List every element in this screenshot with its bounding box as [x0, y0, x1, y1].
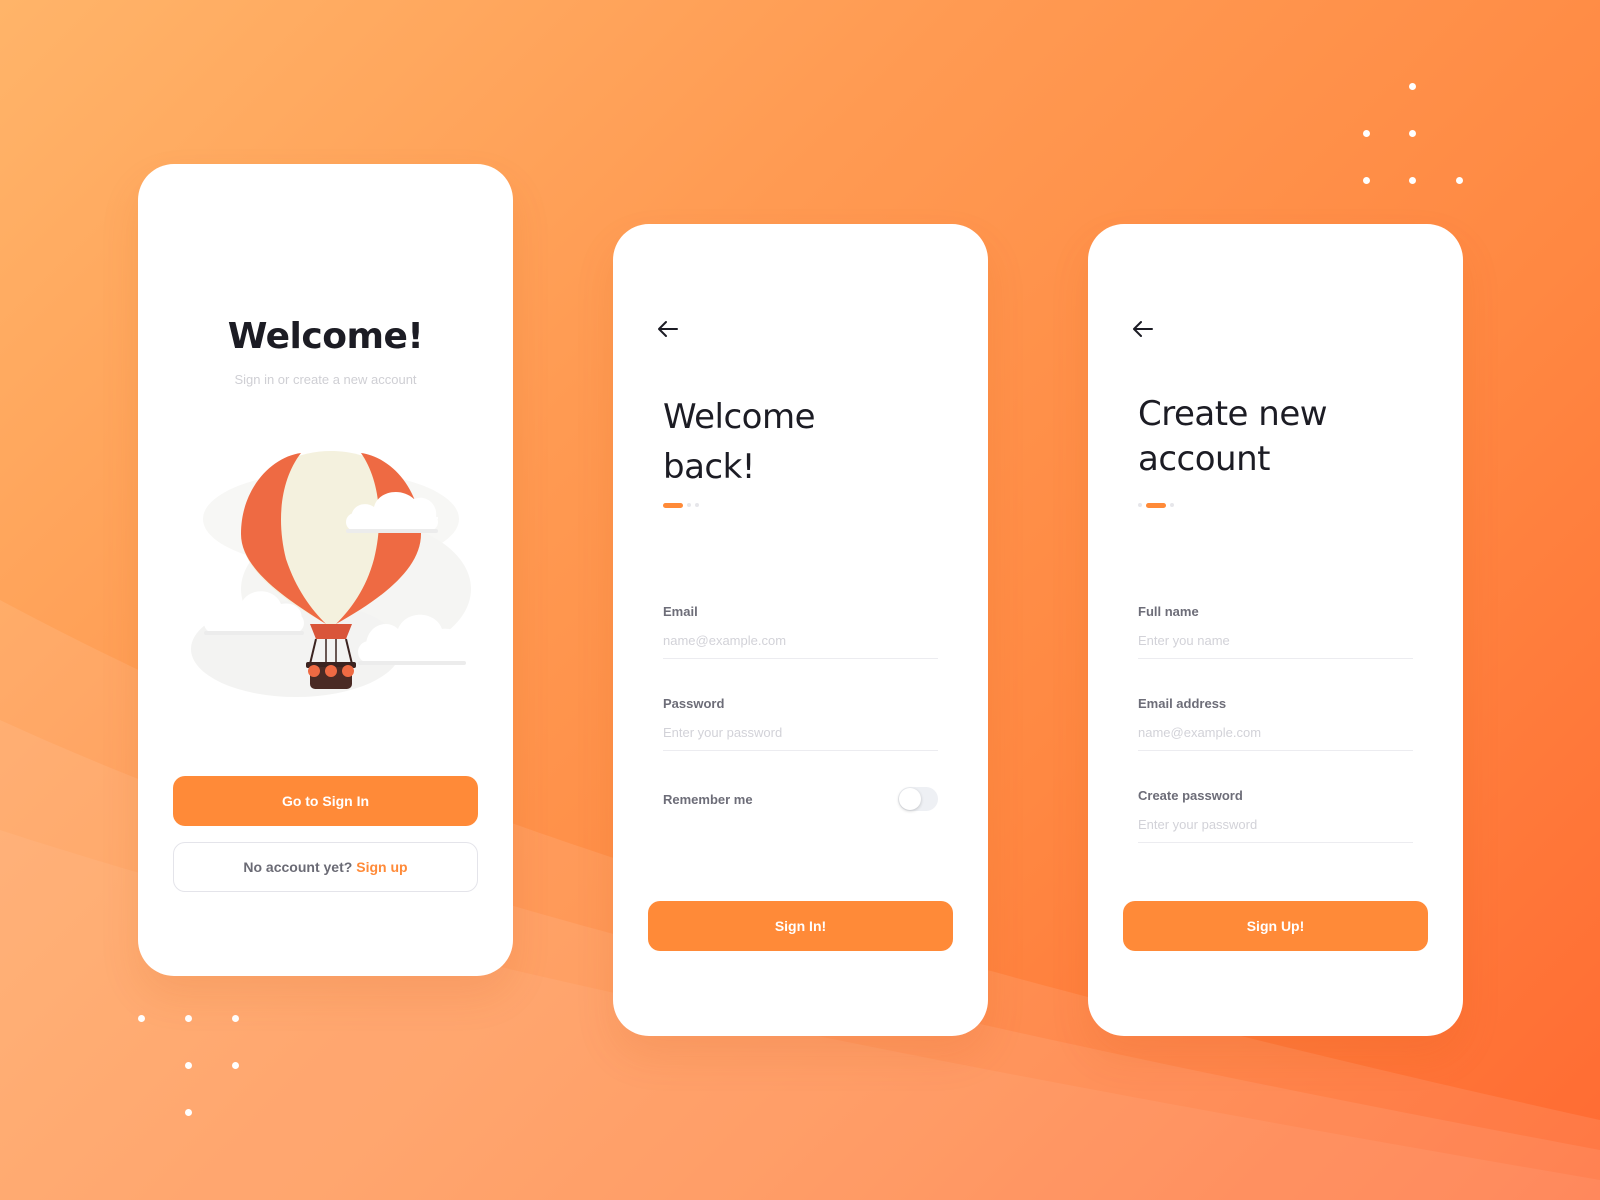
decorative-dots-top-right: [1360, 80, 1470, 190]
create-password-label: Create password: [1138, 788, 1243, 803]
password-field: Password: [663, 696, 938, 751]
full-name-field: Full name: [1138, 604, 1413, 659]
email-address-label: Email address: [1138, 696, 1227, 711]
sign-up-button[interactable]: Sign Up!: [1123, 901, 1428, 951]
sign-up-title-line-2: account: [1138, 439, 1270, 479]
sign-up-title: Create new account: [1138, 392, 1428, 482]
step-indicator-active: [663, 502, 683, 508]
email-input[interactable]: [663, 629, 938, 659]
sign-up-screen-card: Create new account Full name Email addre…: [1088, 224, 1463, 1036]
step-indicator-dot: [695, 503, 699, 507]
welcome-screen-card: Welcome! Sign in or create a new account: [138, 164, 513, 976]
sign-up-link[interactable]: Sign up: [356, 859, 407, 875]
step-indicator-dot: [687, 503, 691, 507]
step-indicator: [663, 502, 699, 508]
sign-up-prompt-button[interactable]: No account yet? Sign up: [173, 842, 478, 892]
email-field: Email: [663, 604, 938, 659]
arrow-left-icon[interactable]: [657, 320, 679, 338]
welcome-title: Welcome!: [227, 316, 424, 357]
step-indicator: [1138, 502, 1174, 508]
sign-in-button[interactable]: Sign In!: [648, 901, 953, 951]
sign-in-title: Welcome back!: [663, 392, 953, 492]
toggle-knob: [899, 788, 921, 810]
go-to-sign-in-button[interactable]: Go to Sign In: [173, 776, 478, 826]
step-indicator-dot: [1170, 503, 1174, 507]
create-password-field: Create password: [1138, 788, 1413, 843]
sign-up-title-line-1: Create new: [1138, 394, 1328, 434]
email-address-field: Email address: [1138, 696, 1413, 751]
sign-in-screen-card: Welcome back! Email Password Remember me…: [613, 224, 988, 1036]
no-account-text: No account yet?: [243, 859, 353, 875]
full-name-input[interactable]: [1138, 629, 1413, 659]
email-address-input[interactable]: [1138, 721, 1413, 751]
create-password-input[interactable]: [1138, 813, 1413, 843]
step-indicator-active: [1146, 502, 1166, 508]
full-name-label: Full name: [1138, 604, 1199, 619]
password-label: Password: [663, 696, 725, 711]
sign-in-title-line-2: back!: [663, 447, 755, 487]
hot-air-balloon-illustration: [191, 451, 471, 697]
remember-me-row: Remember me: [663, 786, 938, 812]
remember-me-toggle[interactable]: [898, 787, 938, 811]
arrow-left-icon[interactable]: [1132, 320, 1154, 338]
decorative-dots-bottom-left: [135, 1012, 245, 1122]
welcome-subtitle: Sign in or create a new account: [234, 372, 417, 387]
step-indicator-dot: [1138, 503, 1142, 507]
remember-me-label: Remember me: [663, 791, 753, 807]
sign-in-title-line-1: Welcome: [663, 397, 816, 437]
password-input[interactable]: [663, 721, 938, 751]
email-label: Email: [663, 604, 698, 619]
